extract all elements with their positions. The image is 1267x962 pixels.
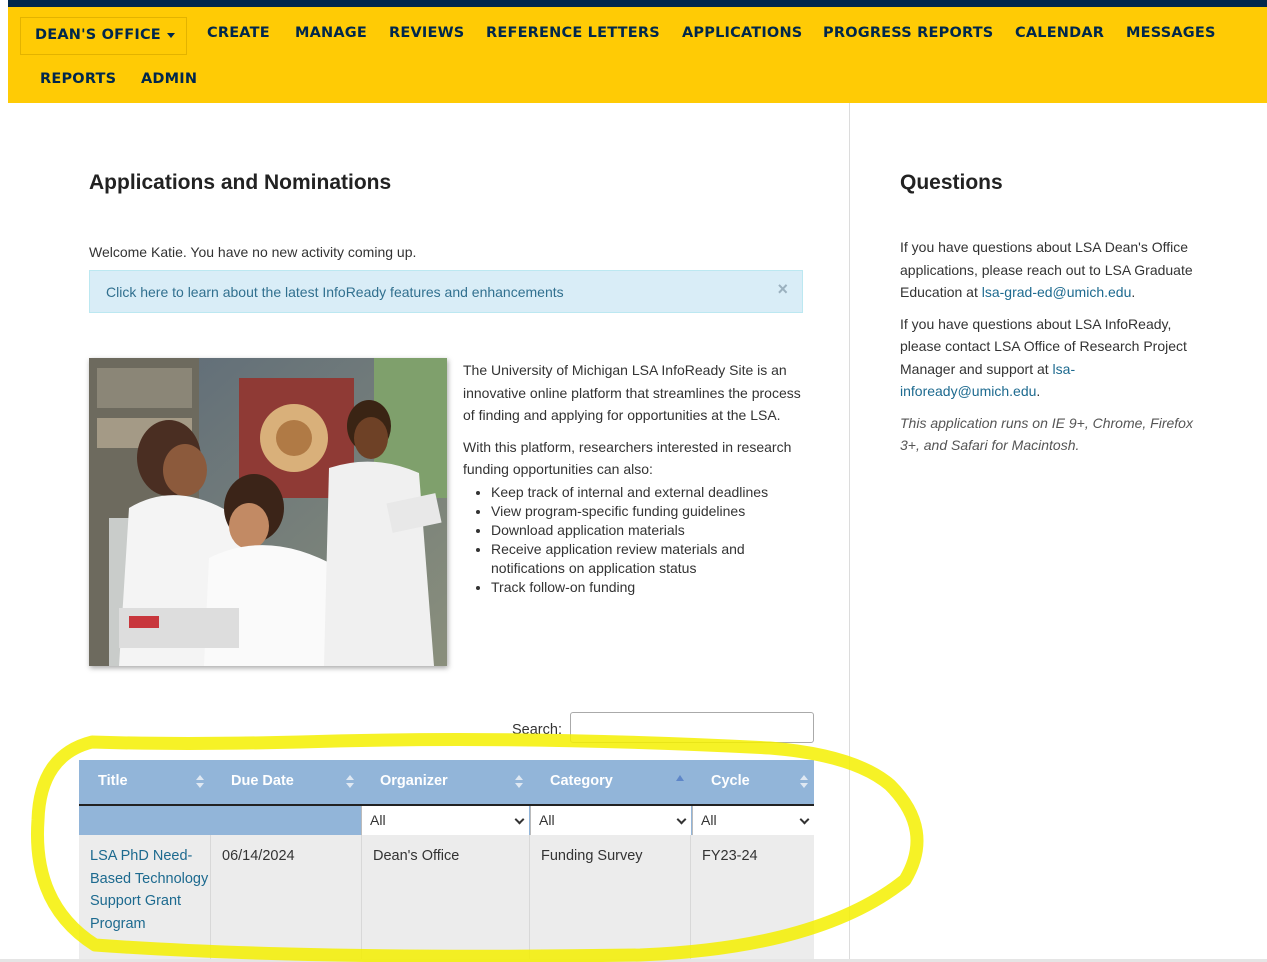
grad-ed-email-link[interactable]: lsa-grad-ed@umich.edu (982, 284, 1132, 300)
organizer-filter-select[interactable]: All (361, 806, 529, 835)
chevron-down-icon (514, 814, 525, 825)
sidebar-title: Questions (900, 171, 1003, 194)
nav-reviews[interactable]: REVIEWS (389, 25, 464, 41)
header-label: Category (550, 773, 613, 789)
search-input[interactable] (570, 712, 814, 743)
nav-deans-office-dropdown[interactable]: DEAN'S OFFICE (20, 17, 187, 55)
nav-reports[interactable]: REPORTS (40, 71, 116, 87)
sort-icon[interactable] (196, 775, 204, 789)
cell-due-date: 06/14/2024 (210, 835, 361, 959)
nav-reference-letters[interactable]: REFERENCE LETTERS (486, 25, 660, 41)
nav-messages[interactable]: MESSAGES (1126, 25, 1216, 41)
sort-icon[interactable] (346, 775, 354, 789)
filter-value: All (370, 812, 386, 828)
sidebar-text: If you have questions about LSA Dean's O… (900, 236, 1215, 466)
sort-icon[interactable] (800, 775, 808, 789)
search-label: Search: (512, 722, 562, 738)
filter-row: All All All (79, 806, 814, 835)
cycle-filter-select[interactable]: All (692, 806, 814, 835)
table-header: Title Due Date Organizer Category Cycle (79, 760, 814, 806)
column-divider (849, 103, 850, 962)
browser-note-text: This application runs on IE 9+, Chrome, … (900, 414, 1193, 454)
list-item: View program-specific funding guidelines (491, 502, 808, 521)
table-row: LSA PhD Need-Based Technology Support Gr… (79, 835, 814, 959)
lab-scene-illustration (89, 358, 447, 666)
close-icon[interactable]: × (777, 279, 788, 300)
top-accent-bar (8, 0, 1267, 7)
browser-support-note: This application runs on IE 9+, Chrome, … (900, 412, 1215, 457)
sort-ascending-icon[interactable] (676, 775, 684, 781)
col-header-cycle[interactable]: Cycle (711, 760, 791, 804)
list-item: Track follow-on funding (491, 578, 808, 597)
col-header-title[interactable]: Title (98, 760, 208, 804)
intro-paragraph-1: The University of Michigan LSA InfoReady… (463, 362, 801, 423)
intro-paragraph-2: With this platform, researchers interest… (463, 438, 792, 478)
header-label: Due Date (231, 773, 294, 789)
nav-progress-reports[interactable]: PROGRESS REPORTS (823, 25, 993, 41)
chevron-down-icon (799, 814, 810, 825)
cell-cycle: FY23-24 (690, 835, 814, 959)
feature-list: Keep track of internal and external dead… (491, 483, 808, 597)
cell-organizer: Dean's Office (361, 835, 529, 959)
top-navbar: DEAN'S OFFICE CREATE MANAGE REVIEWS REFE… (8, 7, 1267, 103)
chevron-down-icon (676, 814, 687, 825)
nav-applications[interactable]: APPLICATIONS (682, 25, 802, 41)
nav-create[interactable]: CREATE (207, 25, 270, 41)
welcome-message: Welcome Katie. You have no new activity … (89, 244, 417, 260)
page-title: Applications and Nominations (89, 171, 392, 194)
cell-title: LSA PhD Need-Based Technology Support Gr… (79, 835, 210, 959)
nav-label: DEAN'S OFFICE (35, 27, 161, 43)
lab-researchers-image (89, 358, 447, 666)
opportunity-title-link[interactable]: LSA PhD Need-Based Technology Support Gr… (90, 848, 208, 932)
nav-calendar[interactable]: CALENDAR (1015, 25, 1104, 41)
category-filter-select[interactable]: All (530, 806, 691, 835)
sidebar-p2-text: If you have questions about LSA InfoRead… (900, 315, 1187, 377)
filter-value: All (539, 812, 555, 828)
header-label: Organizer (380, 773, 448, 789)
filter-value: All (701, 812, 717, 828)
features-link[interactable]: Click here to learn about the latest Inf… (106, 284, 564, 300)
cell-category: Funding Survey (529, 835, 690, 959)
sidebar-paragraph-1: If you have questions about LSA Dean's O… (900, 236, 1215, 304)
list-item: Keep track of internal and external dead… (491, 483, 808, 502)
nav-manage[interactable]: MANAGE (295, 25, 367, 41)
col-header-organizer[interactable]: Organizer (380, 760, 500, 804)
list-item: Receive application review materials and… (491, 540, 808, 578)
nav-admin[interactable]: ADMIN (141, 71, 197, 87)
sidebar-paragraph-2: If you have questions about LSA InfoRead… (900, 313, 1215, 403)
list-item: Download application materials (491, 521, 808, 540)
header-label: Title (98, 773, 128, 789)
header-label: Cycle (711, 773, 750, 789)
col-header-due-date[interactable]: Due Date (231, 760, 341, 804)
sidebar-p1-end: . (1131, 284, 1136, 300)
intro-text: The University of Michigan LSA InfoReady… (463, 359, 808, 597)
sort-icon[interactable] (515, 775, 523, 789)
sidebar-p2-end: . (1036, 383, 1041, 399)
info-alert: Click here to learn about the latest Inf… (89, 270, 803, 313)
caret-down-icon (166, 32, 175, 38)
col-header-category[interactable]: Category (550, 760, 660, 804)
